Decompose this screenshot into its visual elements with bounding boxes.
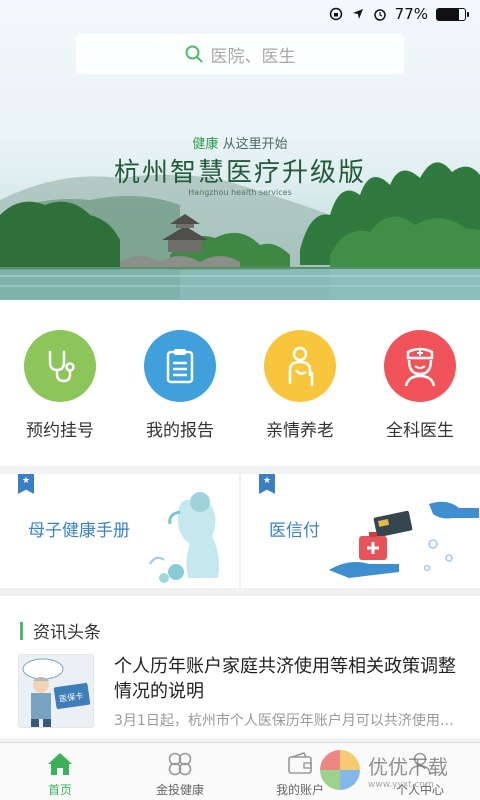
quick-action-label: 全科医生: [386, 421, 454, 441]
quick-action-appointment[interactable]: 预约挂号: [0, 300, 120, 466]
banner-subtitle-en: Hangzhou health services: [188, 188, 292, 197]
card-payment-icon: [329, 501, 479, 578]
elderly-icon: [288, 346, 314, 386]
news-thumbnail: 医保卡: [18, 654, 94, 728]
news-title: 个人历年账户家庭共济使用等相关政策调整情况的说明: [114, 656, 456, 702]
banner-subtitle: 健康 从这里开始: [0, 133, 480, 152]
card-label: 医信付: [269, 521, 320, 541]
tab-home[interactable]: 首页: [0, 743, 120, 800]
quick-action-label: 我的报告: [146, 421, 214, 441]
banner-title: 杭州智慧医疗升级版: [113, 158, 366, 188]
battery-percentage: 77%: [394, 5, 428, 23]
watermark-brand: 优优下载: [368, 754, 448, 779]
insurance-card-illustration: 医保卡: [22, 658, 91, 727]
clipboard-icon: [166, 349, 194, 384]
news-item[interactable]: 医保卡 个人历年账户家庭共济使用等相关政策调整情况的说明 3月1日起，杭州市个人…: [18, 654, 462, 732]
quick-action-elderly-care[interactable]: 亲情养老: [240, 300, 360, 466]
quick-action-label: 亲情养老: [266, 421, 334, 441]
tab-label: 金投健康: [155, 783, 204, 797]
quick-actions: 预约挂号 我的报告 亲情养老 全科医生: [0, 300, 480, 466]
news-header: 资讯头条: [20, 618, 101, 643]
home-icon: [48, 753, 72, 775]
location-arrow-icon: [351, 7, 365, 21]
card-label: 母子健康手册: [28, 521, 130, 541]
clover-icon: [168, 752, 192, 776]
watermark-url: www.yyxt.com: [368, 779, 434, 790]
search-placeholder: 医院、医生: [210, 46, 296, 67]
card-maternal-health[interactable]: ★ 母子健康手册: [0, 474, 239, 588]
feature-cards: ★ 母子健康手册 ★ 医信付: [0, 474, 480, 588]
news-section: 资讯头条 医保卡 个人历年账户家庭共济使用等相关政策调整情况的说明 3月1日起，…: [0, 596, 480, 738]
quick-action-icon-bg: [144, 330, 216, 402]
watermark: 优优下载 www.yyxt.com: [318, 740, 480, 800]
quick-action-icon-bg: [384, 330, 456, 402]
news-header-accent: [20, 621, 23, 640]
quick-action-icon-bg: [24, 330, 96, 402]
rotation-lock-icon: [329, 7, 343, 21]
wallet-icon: [288, 752, 312, 774]
quick-action-icon-bg: [264, 330, 336, 402]
banner-subtitle-rest: 从这里开始: [222, 137, 288, 152]
banner-subtitle-accent: 健康: [192, 137, 219, 152]
stethoscope-icon: [48, 350, 75, 383]
tab-label: 首页: [47, 783, 72, 797]
alarm-icon: [373, 7, 387, 21]
news-heading: 资讯头条: [33, 623, 101, 643]
doctor-icon: [404, 347, 436, 387]
card-medical-credit-pay[interactable]: ★ 医信付: [241, 474, 480, 588]
news-description: 3月1日起，杭州市个人医保历年账户月可以共济使用…: [114, 713, 454, 729]
tab-jintou-health[interactable]: 金投健康: [120, 743, 240, 800]
battery-icon: [436, 7, 469, 21]
hero-banner[interactable]: 医院、医生 健康 从这里开始 杭州智慧医疗升级版 Hangzhou health…: [0, 0, 480, 300]
pregnant-mother-icon: [149, 492, 220, 583]
bookmark-star-icon: ★: [259, 474, 275, 494]
watermark-logo-icon: [320, 750, 360, 790]
search-icon: [185, 45, 202, 63]
quick-action-label: 预约挂号: [26, 421, 94, 441]
tab-label: 我的账户: [275, 783, 324, 797]
quick-action-general-doctor[interactable]: 全科医生: [360, 300, 480, 466]
status-bar: 77%: [0, 0, 480, 28]
quick-action-reports[interactable]: 我的报告: [120, 300, 240, 466]
search-bar[interactable]: 医院、医生: [76, 34, 404, 74]
bookmark-star-icon: ★: [18, 474, 34, 494]
